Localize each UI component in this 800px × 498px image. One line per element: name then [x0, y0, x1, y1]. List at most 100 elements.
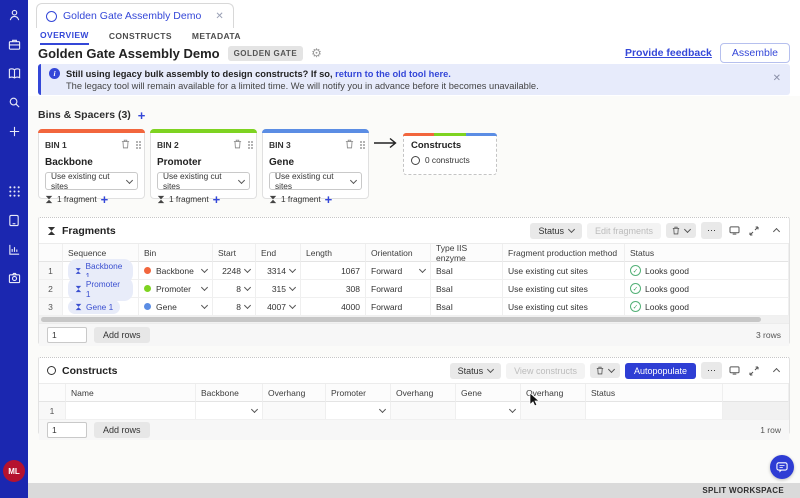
more-options-button[interactable]: ⋯: [701, 362, 722, 379]
orientation-cell[interactable]: Forward: [366, 262, 431, 280]
banner-subtext: The legacy tool will remain available fo…: [66, 81, 764, 91]
end-cell[interactable]: 3314: [256, 262, 301, 280]
delete-rows-button[interactable]: [666, 223, 696, 238]
add-rows-count-input[interactable]: [47, 422, 87, 438]
bin-cell[interactable]: Promoter: [139, 280, 213, 298]
registry-tablet-icon[interactable]: [7, 213, 21, 227]
briefcase-icon[interactable]: [7, 37, 21, 51]
horizontal-scrollbar[interactable]: [39, 316, 789, 324]
status-cell: ✓Looks good: [625, 280, 789, 298]
fullscreen-icon[interactable]: [727, 226, 742, 235]
sequence-cell[interactable]: Gene 1: [63, 298, 139, 316]
length-cell: 4000: [301, 298, 366, 316]
overhang-cell[interactable]: [391, 402, 456, 420]
add-bin-icon[interactable]: +: [138, 111, 146, 120]
drag-handle-icon[interactable]: [136, 141, 138, 143]
sequence-cell[interactable]: Promoter 1: [63, 280, 139, 298]
fragment-icon: [45, 195, 53, 204]
chat-help-button[interactable]: [770, 455, 794, 479]
check-icon: ✓: [630, 283, 641, 294]
view-constructs-button[interactable]: View constructs: [506, 363, 585, 379]
more-options-button[interactable]: ⋯: [701, 222, 722, 239]
end-cell[interactable]: 315: [256, 280, 301, 298]
bins-title-label: Bins & Spacers (3): [38, 109, 131, 121]
split-workspace-label[interactable]: SPLIT WORKSPACE: [702, 486, 784, 495]
user-avatar[interactable]: ML: [3, 460, 25, 482]
bin-1-method-select[interactable]: Use existing cut sites: [45, 172, 138, 190]
legacy-info-banner: i Still using legacy bulk assembly to de…: [38, 64, 790, 95]
search-icon[interactable]: [7, 95, 21, 109]
add-rows-button[interactable]: Add rows: [94, 327, 150, 343]
workspace-tab[interactable]: Golden Gate Assembly Demo ✕: [36, 3, 234, 28]
collapse-panel-icon[interactable]: [772, 227, 781, 234]
fragments-status-button[interactable]: Status: [530, 223, 582, 239]
apps-grid-icon[interactable]: [7, 184, 21, 198]
delete-rows-button[interactable]: [590, 363, 620, 378]
sequence-chip[interactable]: Promoter 1: [68, 277, 133, 301]
row-number: 3: [39, 298, 63, 316]
logo-icon[interactable]: [7, 8, 21, 22]
orientation-cell[interactable]: Forward: [366, 280, 431, 298]
scrollbar-thumb[interactable]: [41, 317, 761, 322]
old-tool-link[interactable]: return to the old tool here.: [335, 69, 451, 79]
add-rows-button[interactable]: Add rows: [94, 422, 150, 438]
add-fragment-icon[interactable]: +: [325, 195, 333, 204]
bin-3-method-select[interactable]: Use existing cut sites: [269, 172, 362, 190]
method-cell: Use existing cut sites: [503, 298, 625, 316]
start-cell[interactable]: 8: [213, 298, 256, 316]
add-fragment-icon[interactable]: +: [213, 195, 221, 204]
autopopulate-button[interactable]: Autopopulate: [625, 363, 696, 379]
bin-cell[interactable]: Backbone: [139, 262, 213, 280]
overhang-cell[interactable]: [263, 402, 326, 420]
column-header: Bin: [139, 244, 213, 262]
orientation-cell[interactable]: Forward: [366, 298, 431, 316]
bin-2-method-value: Use existing cut sites: [163, 171, 239, 191]
name-cell[interactable]: [66, 402, 196, 420]
fragments-title: Fragments: [62, 225, 116, 237]
drag-handle-icon[interactable]: [360, 141, 362, 143]
constructs-color-strip: [403, 133, 497, 136]
drag-handle-icon[interactable]: [248, 141, 250, 143]
expand-icon[interactable]: [747, 366, 761, 376]
settings-gear-icon[interactable]: ⚙: [311, 47, 322, 59]
promoter-select-cell[interactable]: [326, 402, 391, 420]
bin-3-method-value: Use existing cut sites: [275, 171, 351, 191]
end-cell[interactable]: 4007: [256, 298, 301, 316]
expand-icon[interactable]: [747, 226, 761, 236]
assemble-button[interactable]: Assemble: [720, 43, 790, 63]
delete-bin-icon[interactable]: [121, 136, 130, 154]
sequence-chip[interactable]: Gene 1: [68, 300, 120, 314]
constructs-status-button[interactable]: Status: [450, 363, 502, 379]
assembly-tab-icon: [46, 11, 57, 22]
constructs-count: 0 constructs: [425, 155, 470, 165]
backbone-select-cell[interactable]: [196, 402, 263, 420]
notebook-icon[interactable]: [7, 66, 21, 80]
edit-fragments-button[interactable]: Edit fragments: [587, 223, 661, 239]
create-plus-icon[interactable]: [7, 124, 21, 138]
bin-2-method-select[interactable]: Use existing cut sites: [157, 172, 250, 190]
gene-select-cell[interactable]: [456, 402, 521, 420]
constructs-preview-card: Constructs 0 constructs: [403, 133, 497, 175]
insights-chart-icon[interactable]: [7, 242, 21, 256]
provide-feedback-link[interactable]: Provide feedback: [625, 47, 712, 59]
fullscreen-icon[interactable]: [727, 366, 742, 375]
bin-cell[interactable]: Gene: [139, 298, 213, 316]
archive-camera-icon[interactable]: [7, 271, 21, 285]
add-fragment-icon[interactable]: +: [101, 195, 109, 204]
bin-3-name: Gene: [269, 157, 362, 168]
column-header: Orientation: [366, 244, 431, 262]
add-rows-count-input[interactable]: [47, 327, 87, 343]
bin-color-dot: [144, 303, 151, 310]
banner-close-icon[interactable]: ✕: [773, 73, 781, 84]
chevron-down-icon: [238, 176, 245, 183]
collapse-panel-icon[interactable]: [772, 367, 781, 374]
delete-bin-icon[interactable]: [233, 136, 242, 154]
tab-close-icon[interactable]: ✕: [215, 11, 223, 22]
delete-bin-icon[interactable]: [345, 136, 354, 154]
construct-ring-icon: [411, 156, 420, 165]
start-cell[interactable]: 2248: [213, 262, 256, 280]
start-cell[interactable]: 8: [213, 280, 256, 298]
bin-2-label: BIN 2: [157, 140, 179, 150]
chat-bubble-icon: [776, 462, 788, 473]
column-header: Overhang: [263, 384, 326, 402]
